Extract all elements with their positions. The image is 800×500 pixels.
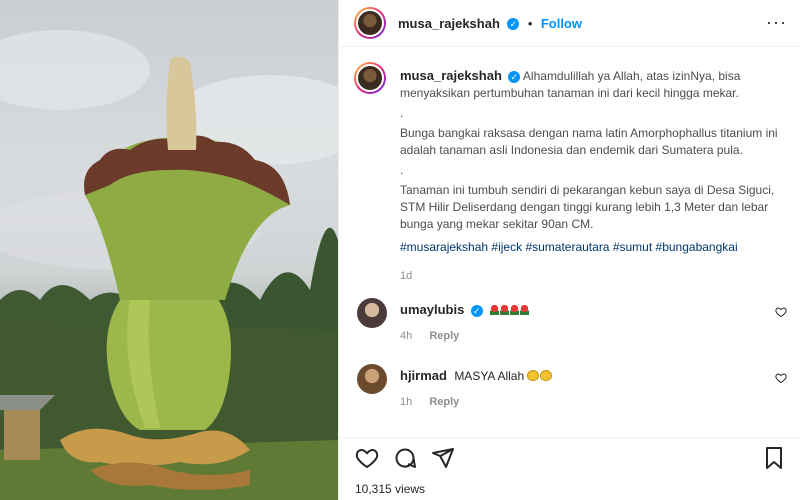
caption-hashtags: #musarajekshah #ijeck #sumaterautara #su… <box>400 239 780 256</box>
clapping-hands-emoji-icon <box>527 369 553 383</box>
bookmark-icon[interactable] <box>763 446 785 475</box>
hashtag-link[interactable]: #sumut <box>613 240 652 254</box>
more-options-icon[interactable]: ··· <box>766 12 787 33</box>
verified-badge-icon: ✓ <box>508 70 521 83</box>
caption-separator: . <box>400 163 404 177</box>
reply-button[interactable]: Reply <box>429 396 459 408</box>
comment-like-icon[interactable] <box>775 372 787 387</box>
comment-icon[interactable] <box>393 446 417 475</box>
verified-badge-icon: ✓ <box>470 304 483 317</box>
share-icon[interactable] <box>431 446 455 475</box>
comment-age: 1h <box>400 396 413 408</box>
comment-age: 4h <box>400 330 413 342</box>
comment-like-icon[interactable] <box>775 306 787 321</box>
reply-button[interactable]: Reply <box>429 330 459 342</box>
follow-button[interactable]: Follow <box>541 16 582 31</box>
caption-paragraph-3: Tanaman ini tumbuh sendiri di pekarangan… <box>400 183 775 231</box>
view-count[interactable]: 10,315 views <box>355 482 425 496</box>
comment-username[interactable]: umaylubis <box>400 302 464 317</box>
caption-age: 1d <box>400 270 413 282</box>
author-username[interactable]: musa_rajekshah <box>398 16 500 31</box>
caption-separator: . <box>400 106 404 120</box>
rose-emoji-icon <box>489 303 530 317</box>
verified-badge-icon: ✓ <box>507 17 520 30</box>
hashtag-link[interactable]: #ijeck <box>491 240 522 254</box>
hashtag-link[interactable]: #sumaterautara <box>525 240 609 254</box>
heart-icon[interactable] <box>355 446 379 475</box>
post-sidebar: musa_rajekshah ✓ • Follow ··· musa_rajek… <box>338 0 800 500</box>
post-header: musa_rajekshah ✓ • Follow ··· <box>339 0 800 47</box>
comment-item: umaylubis ✓ 4h Reply <box>357 298 797 343</box>
separator-dot: • <box>527 16 533 31</box>
caption-paragraph-2: Bunga bangkai raksasa dengan nama latin … <box>400 126 778 157</box>
caption-author-avatar[interactable] <box>354 62 386 94</box>
header-user-row: musa_rajekshah ✓ • Follow <box>398 15 582 33</box>
author-avatar[interactable] <box>354 7 386 39</box>
caption-username[interactable]: musa_rajekshah <box>400 68 502 83</box>
hashtag-link[interactable]: #musarajekshah <box>400 240 488 254</box>
commenter-avatar[interactable] <box>357 298 387 328</box>
comment-username[interactable]: hjirmad <box>400 368 447 383</box>
post-action-bar: 10,315 views <box>339 437 800 500</box>
post-caption: musa_rajekshah ✓ Alhamdulillah ya Allah,… <box>400 67 780 288</box>
hashtag-link[interactable]: #bungabangkai <box>656 240 738 254</box>
comment-text: MASYA Allah <box>454 369 525 383</box>
corpse-flower-photo <box>0 30 338 500</box>
commenter-avatar[interactable] <box>357 364 387 394</box>
comment-item: hjirmad MASYA Allah 1h Reply <box>357 364 797 409</box>
post-image[interactable] <box>0 0 338 500</box>
